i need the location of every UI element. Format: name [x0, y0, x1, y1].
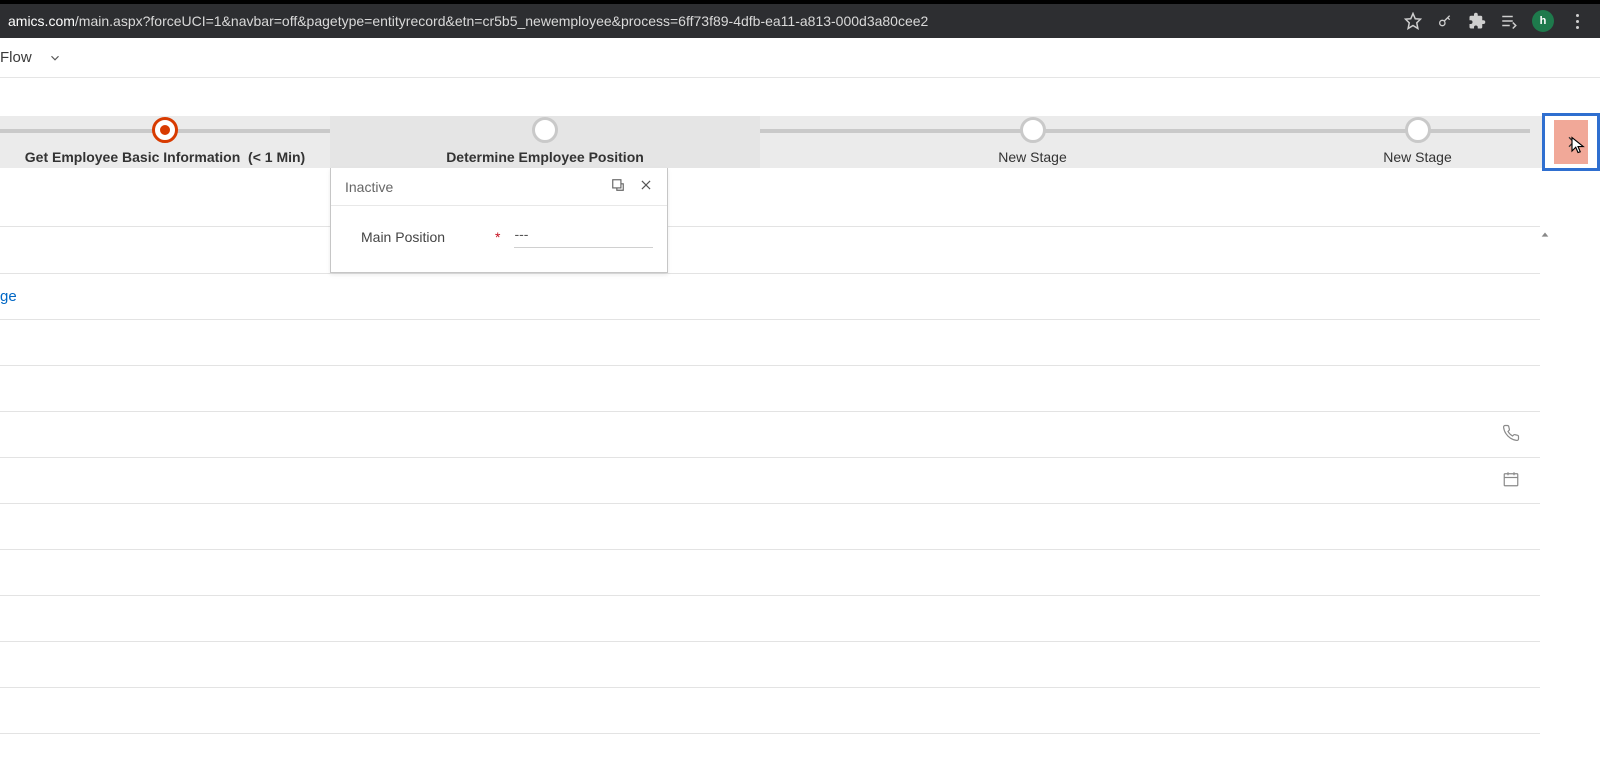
flow-menu[interactable]: Flow — [0, 49, 32, 66]
bpf-stage-3[interactable]: New Stage — [760, 116, 1305, 168]
close-icon[interactable] — [639, 178, 653, 195]
form-row[interactable] — [0, 320, 1540, 366]
reading-list-icon[interactable] — [1500, 12, 1518, 30]
main-position-field[interactable]: Main Position * --- — [361, 226, 653, 248]
flyout-header: Inactive — [331, 168, 667, 206]
chevron-down-icon[interactable] — [48, 51, 62, 65]
stage-label: Determine Employee Position — [446, 149, 644, 165]
vertical-scrollbar[interactable] — [1538, 226, 1552, 757]
field-value[interactable]: --- — [514, 226, 653, 248]
stage-node — [1020, 117, 1046, 143]
form-row[interactable] — [0, 366, 1540, 412]
scroll-up-icon[interactable] — [1538, 228, 1552, 242]
browser-action-icons: h — [1404, 10, 1592, 32]
avatar-initial: h — [1540, 15, 1547, 27]
form-row[interactable] — [0, 688, 1540, 734]
stage-label: Get Employee Basic Information — [25, 149, 241, 165]
stage-label: New Stage — [998, 149, 1066, 165]
stage-flyout: Inactive Main Position * --- — [330, 168, 668, 273]
form-row[interactable]: ge — [0, 274, 1540, 320]
profile-avatar[interactable]: h — [1532, 10, 1554, 32]
bpf-stage-4[interactable]: New Stage — [1305, 116, 1530, 168]
key-icon[interactable] — [1436, 12, 1454, 30]
dock-icon[interactable] — [611, 178, 625, 195]
link-fragment[interactable]: ge — [0, 288, 17, 305]
form-row[interactable] — [0, 226, 1540, 274]
cursor-icon — [1569, 134, 1587, 156]
form-row[interactable] — [0, 550, 1540, 596]
page-url: amics.com/main.aspx?forceUCI=1&navbar=of… — [8, 13, 928, 29]
bpf-stage-1[interactable]: Get Employee Basic Information (< 1 Min) — [0, 116, 330, 168]
form-row-phone[interactable] — [0, 412, 1540, 458]
form-row-date[interactable] — [0, 458, 1540, 504]
url-domain: amics.com — [8, 13, 75, 29]
stage-node — [532, 117, 558, 143]
extensions-icon[interactable] — [1468, 12, 1486, 30]
stage-label: New Stage — [1383, 149, 1451, 165]
menu-icon[interactable] — [1568, 12, 1586, 30]
field-label: Main Position — [361, 229, 471, 245]
form-row[interactable] — [0, 596, 1540, 642]
command-bar: Flow — [0, 38, 1600, 78]
next-stage-button[interactable] — [1542, 113, 1600, 171]
stage-node-completed — [152, 117, 178, 143]
flyout-status: Inactive — [345, 179, 393, 195]
form-row[interactable] — [0, 642, 1540, 688]
calendar-icon[interactable] — [1502, 470, 1520, 491]
flyout-body: Main Position * --- — [331, 206, 667, 272]
form-row[interactable] — [0, 504, 1540, 550]
url-path: /main.aspx?forceUCI=1&navbar=off&pagetyp… — [75, 13, 928, 29]
star-icon[interactable] — [1404, 12, 1422, 30]
spacer — [0, 78, 1600, 116]
bpf-stage-2[interactable]: Determine Employee Position Inactive Mai… — [330, 116, 760, 168]
required-mark: * — [495, 229, 500, 245]
form-body: ge — [0, 226, 1600, 757]
stage-node — [1405, 117, 1431, 143]
stage-duration: (< 1 Min) — [248, 149, 305, 165]
business-process-flow: Get Employee Basic Information (< 1 Min)… — [0, 116, 1600, 168]
phone-icon[interactable] — [1502, 424, 1520, 445]
browser-address-bar: amics.com/main.aspx?forceUCI=1&navbar=of… — [0, 4, 1600, 38]
